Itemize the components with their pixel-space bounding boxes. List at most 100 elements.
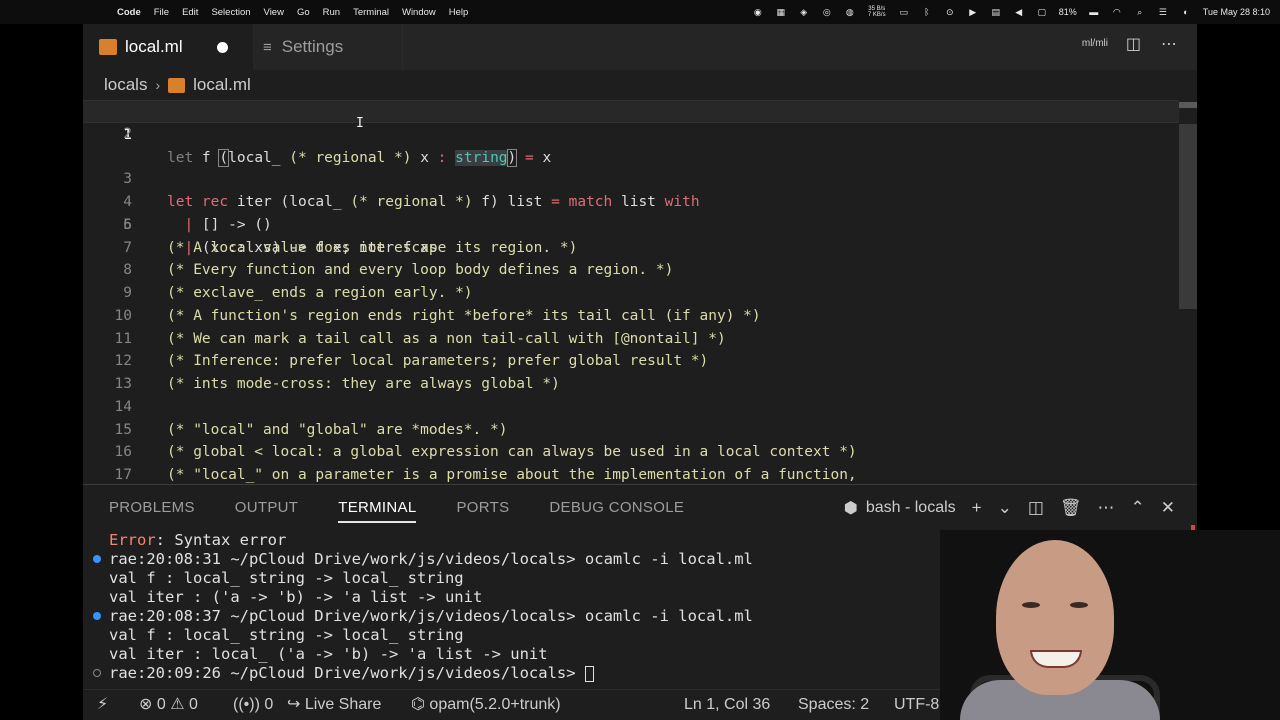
tab-output[interactable]: OUTPUT (235, 485, 298, 531)
line-number: 15 (114, 421, 132, 438)
menu-help[interactable]: Help (449, 7, 469, 18)
presenter-face (996, 540, 1114, 695)
comment-text: (* global < local: a global expression c… (167, 444, 857, 461)
encoding[interactable]: UTF-8 (894, 690, 939, 720)
code-editor[interactable]: 1 let f (local_ (* regional *) x : strin… (83, 100, 1197, 484)
opam-switch-button[interactable]: ⌬ opam(5.2.0+trunk) (411, 690, 561, 720)
record-icon[interactable]: ⊙ (944, 7, 956, 17)
menu-view[interactable]: View (264, 7, 284, 18)
line-number: 11 (114, 330, 132, 347)
remote-indicator-icon[interactable]: ⚡ (97, 690, 108, 720)
code-line[interactable]: 16 (* global < local: a global expression… (83, 441, 1179, 464)
code-line[interactable]: 6 (83, 214, 1179, 237)
command-decoration-icon[interactable] (93, 555, 101, 563)
code-line[interactable]: 9 (* exclave_ ends a region early. *) (83, 282, 1179, 305)
menu-terminal[interactable]: Terminal (353, 7, 389, 18)
menu-window[interactable]: Window (402, 7, 436, 18)
ports-indicator[interactable]: ((•)) 0 (233, 690, 273, 720)
unsaved-dot-icon[interactable] (217, 42, 228, 53)
code-line[interactable]: 2 (83, 123, 1179, 146)
error-count: 0 (156, 696, 166, 713)
vpn-icon[interactable]: ◎ (821, 7, 833, 17)
problems-indicator[interactable]: ⊗ 0 ⚠ 0 (139, 690, 198, 720)
code-line[interactable]: 11 (* We can mark a tail call as a non ta… (83, 328, 1179, 351)
terminal-selector[interactable]: ⬢ bash - locals (844, 498, 956, 518)
battery-percent[interactable]: 81% (1059, 7, 1077, 17)
trash-icon[interactable]: 🗑 (1060, 498, 1082, 518)
tab-problems[interactable]: PROBLEMS (109, 485, 195, 531)
search-icon[interactable]: ⌕ (1134, 7, 1146, 17)
menu-file[interactable]: File (154, 7, 169, 18)
more-actions-icon[interactable]: ⋯ (1161, 34, 1177, 54)
error-label: Error (109, 531, 156, 549)
tab-ports[interactable]: PORTS (456, 485, 509, 531)
tab-local-ml[interactable]: local.ml (83, 24, 253, 70)
menu-edit[interactable]: Edit (182, 7, 198, 18)
tab-settings[interactable]: ≡ Settings (253, 24, 403, 70)
dropbox-icon[interactable]: ◈ (798, 7, 810, 17)
code-line[interactable]: 15 (* "local" and "global" are *modes*. *… (83, 419, 1179, 442)
editor-scrollbar[interactable] (1179, 100, 1197, 484)
code-line[interactable]: 13 (* ints mode-cross: they are always gl… (83, 373, 1179, 396)
terminal-line: val f : local_ string -> local_ string (109, 626, 464, 644)
battery-icon[interactable]: ▬ (1088, 7, 1100, 17)
command-decoration-icon[interactable] (93, 669, 101, 677)
code-line[interactable]: 1 let f (local_ (* regional *) x : strin… (83, 100, 1179, 167)
split-editor-icon[interactable]: ◫ (1126, 34, 1141, 54)
tab-terminal[interactable]: TERMINAL (338, 485, 417, 531)
breadcrumb-file[interactable]: local.ml (193, 75, 251, 95)
clock[interactable]: Tue May 28 8:10 (1203, 7, 1270, 17)
code-line[interactable]: 7 (* A local value does not escape its re… (83, 237, 1179, 260)
code-line[interactable]: 14 (83, 396, 1179, 419)
play-icon[interactable]: ▶ (967, 7, 979, 17)
bluetooth-icon[interactable]: ᛒ (921, 7, 933, 17)
menu-go[interactable]: Go (297, 7, 310, 18)
indentation[interactable]: Spaces: 2 (798, 690, 869, 720)
terminal-line: val iter : local_ ('a -> 'b) -> 'a list … (109, 645, 548, 663)
monitor-icon[interactable]: ▭ (898, 7, 910, 17)
code-line[interactable]: 10 (* A function's region ends right *bef… (83, 305, 1179, 328)
screen-record-icon[interactable]: ◉ (752, 7, 764, 17)
cursor-position[interactable]: Ln 1, Col 36 (684, 690, 770, 720)
line-number: 12 (114, 353, 132, 370)
tab-debug-console[interactable]: DEBUG CONSOLE (549, 485, 684, 531)
live-share-button[interactable]: ↪ Live Share (287, 690, 381, 720)
breadcrumb-folder[interactable]: locals (104, 75, 147, 95)
menu-app-name[interactable]: Code (117, 7, 141, 18)
scrollbar-thumb[interactable] (1179, 124, 1197, 309)
wifi-icon[interactable]: ◠ (1111, 7, 1123, 17)
camel-icon: ⌬ (411, 696, 425, 713)
line-number: 10 (114, 307, 132, 324)
grid-icon[interactable]: ▦ (775, 7, 787, 17)
code-line[interactable]: 8 (* Every function and every loop body d… (83, 259, 1179, 282)
menu-selection[interactable]: Selection (211, 7, 250, 18)
switch-ml-mli-button[interactable]: ml/mli (1082, 39, 1108, 49)
command-decoration-icon[interactable] (93, 612, 101, 620)
flag-icon[interactable]: ▤ (990, 7, 1002, 17)
terminal-cursor (584, 665, 594, 682)
code-line[interactable]: 3 let rec iter (local_ (* regional *) f)… (83, 146, 1179, 210)
maximize-panel-icon[interactable]: ⌃ (1131, 498, 1145, 518)
add-terminal-icon[interactable]: + (972, 498, 982, 518)
code-line[interactable]: 4 | [] -> () (83, 168, 1179, 233)
more-actions-icon[interactable]: ⋯ (1098, 498, 1115, 518)
globe-icon[interactable]: ◍ (844, 7, 856, 17)
code-line[interactable]: 5 | (x :: xs) -> f x; iter f xs (83, 191, 1179, 256)
split-terminal-icon[interactable]: ◫ (1028, 498, 1044, 518)
display-icon[interactable]: ▢ (1036, 7, 1048, 17)
menu-status-area: ◉ ▦ ◈ ◎ ◍ 35 B/s 7 KB/s ▭ ᛒ ⊙ ▶ ▤ ◀ ▢ 81%… (752, 0, 1270, 24)
comment-text: (* Inference: prefer local parameters; p… (167, 353, 709, 370)
live-share-icon: ↪ (287, 696, 301, 713)
chevron-down-icon[interactable]: ⌄ (998, 498, 1012, 518)
control-center-icon[interactable]: ☰ (1157, 7, 1169, 17)
macos-menu-bar: Code File Edit Selection View Go Run Ter… (0, 0, 1280, 24)
opam-label: opam(5.2.0+trunk) (429, 696, 561, 713)
code-line[interactable]: 12 (* Inference: prefer local parameters;… (83, 350, 1179, 373)
line-number: 2 (123, 125, 132, 142)
comment-text: (* We can mark a tail call as a non tail… (167, 330, 726, 347)
menu-run[interactable]: Run (323, 7, 340, 18)
siri-icon[interactable]: ◐ (1180, 7, 1192, 17)
volume-icon[interactable]: ◀ (1013, 7, 1025, 17)
terminal-cube-icon: ⬢ (843, 500, 858, 517)
close-panel-icon[interactable]: ✕ (1161, 498, 1175, 518)
